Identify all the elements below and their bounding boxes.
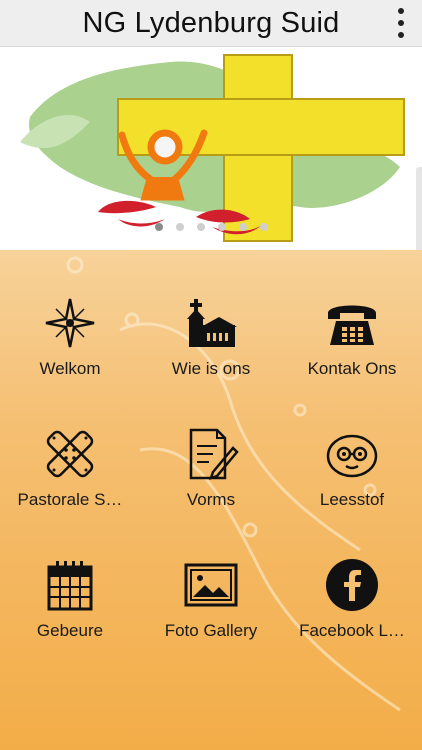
carousel-dot[interactable] [238,223,247,231]
tile-label: Kontak Ons [307,359,397,378]
tile-welkom[interactable]: Welkom [0,295,140,405]
app-title: NG Lydenburg Suid [82,6,340,39]
carousel-dot[interactable] [217,223,226,231]
tile-pastorale[interactable]: Pastorale S… [0,426,140,536]
carousel-dot[interactable] [154,223,163,231]
carousel-dot[interactable] [259,223,268,231]
carousel-dot[interactable] [175,223,184,231]
tile-label: Gebeure [36,621,104,640]
image-carousel[interactable] [0,47,422,250]
tile-foto-gallery[interactable]: Foto Gallery [141,557,281,667]
tile-gebeure[interactable]: Gebeure [0,557,140,667]
tile-label: Leesstof [319,490,385,509]
tile-label: Foto Gallery [164,621,258,640]
tile-label: Vorms [186,490,236,509]
scrollbar[interactable] [416,167,422,250]
menu-grid-area: Welkom Wie is ons Kontak Ons Pastorale S… [0,250,422,750]
reading-face-icon [326,434,378,478]
app-bar: NG Lydenburg Suid [0,0,422,47]
church-logo-image [20,54,405,242]
church-icon [187,299,237,347]
tile-facebook[interactable]: Facebook L… [282,557,422,667]
tile-wie-is-ons[interactable]: Wie is ons [141,295,281,405]
facebook-icon [326,559,378,611]
tile-label: Pastorale S… [17,490,123,509]
overflow-menu-icon[interactable] [392,8,410,38]
calendar-icon [47,561,93,611]
tile-label: Welkom [39,359,101,378]
tile-leesstof[interactable]: Leesstof [282,426,422,536]
carousel-dot[interactable] [196,223,205,231]
tile-kontak-ons[interactable]: Kontak Ons [282,295,422,405]
star-icon [45,298,95,348]
bandage-icon [46,430,94,478]
tile-label: Facebook L… [299,621,405,640]
form-edit-icon [189,428,239,480]
tile-label: Wie is ons [171,359,251,378]
carousel-indicator [0,223,422,231]
photo-gallery-icon [184,563,238,607]
tile-vorms[interactable]: Vorms [141,426,281,536]
telephone-icon [328,305,376,345]
